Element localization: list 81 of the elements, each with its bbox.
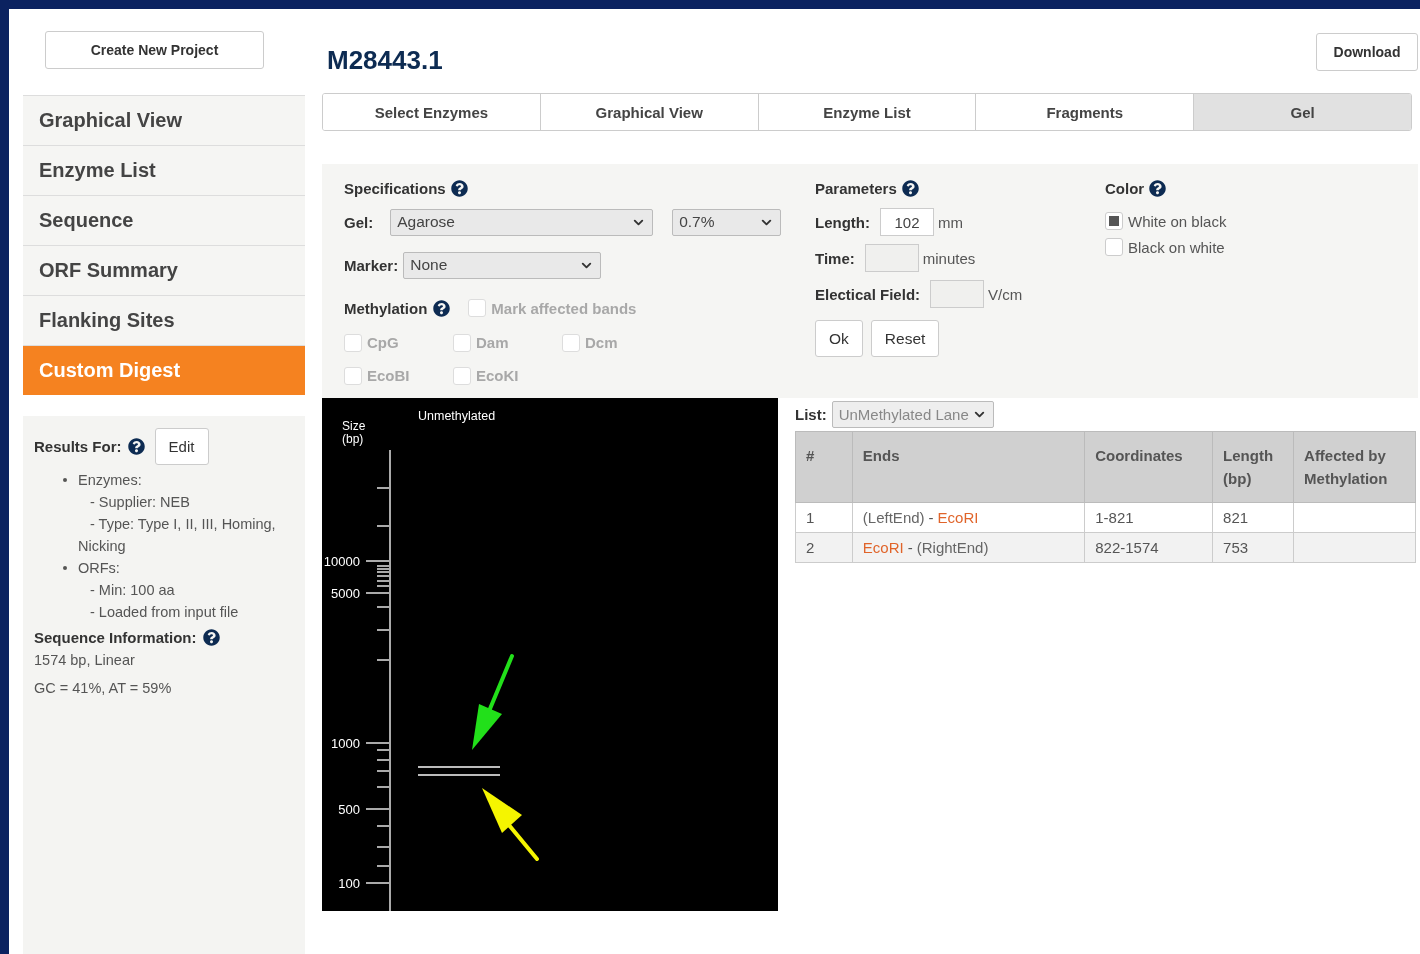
tab[interactable]: Gel [1193,94,1411,130]
separator: - [928,509,934,526]
field-label: Marker: [344,256,399,274]
help-icon[interactable] [433,299,451,317]
field-label: Gel: [344,213,374,231]
checkbox[interactable] [1105,238,1123,256]
checkbox-label: EcoBI [367,367,410,384]
input-field[interactable] [930,280,985,308]
checkbox-label: CpG [367,334,399,351]
section-heading: Color [1105,179,1145,197]
list-detail: - Min: 100 aa [89,581,176,600]
help-icon[interactable] [901,179,919,197]
sidebar-item[interactable]: Graphical View [23,95,305,145]
input-field[interactable] [864,244,919,272]
unit-label: V/cm [988,285,1023,303]
checkbox-label: White on black [1128,212,1227,230]
form-button[interactable]: Reset [870,320,940,357]
end-label: (LeftEnd) [862,509,925,526]
unit-label: minutes [922,249,976,267]
separator: - [907,539,913,556]
help-icon[interactable] [450,179,468,197]
list-detail: - Loaded from input file [89,603,240,622]
lane-label: Unmethylated [418,409,496,423]
table-cell: 753 [1212,532,1294,563]
section-heading: Methylation [344,299,428,317]
table-cell: 1-821 [1084,502,1213,533]
list-item: Enzymes: [78,472,142,488]
field-label: List: [795,405,827,423]
sidebar-item[interactable]: Flanking Sites [23,295,305,345]
axis-title: Size (bp) [342,419,366,446]
list-item: ORFs: [78,560,120,576]
field-label: Electical Field: [815,285,921,303]
marker-select[interactable]: None [403,251,602,279]
checkbox-label: EcoKI [476,367,519,384]
list-detail: - Supplier: NEB [89,493,191,512]
axis-label: 500 [338,802,360,817]
help-icon[interactable] [127,438,145,455]
input-field[interactable]: 102 [880,208,934,236]
download-button[interactable]: Download [1316,33,1418,71]
help-icon[interactable] [1149,179,1167,197]
gel-select[interactable]: Agarose [390,208,654,236]
create-project-button[interactable]: Create New Project [45,31,264,69]
table-cell: 1 [795,502,853,533]
column-header: Length (bp) [1212,431,1294,503]
sequence-heading: Sequence Information: [34,629,197,646]
axis-label: 1000 [331,736,360,751]
unit-label: mm [938,213,963,231]
table-cell: 2 [795,532,853,563]
results-heading: Results For: [34,438,122,455]
page-title: M28443.1 [327,44,443,76]
field-label: Time: [815,249,855,267]
table-cell: 821 [1212,502,1294,533]
list-detail: - Type: Type I, II, III, Homing, Nicking [78,515,277,556]
form-button[interactable]: Ok [815,320,863,357]
checkbox-label: Dcm [585,334,618,351]
checkbox[interactable] [1105,212,1123,230]
column-header: # [795,431,853,503]
axis-label: 5000 [331,586,360,601]
field-label: Length: [815,213,870,231]
end-label: (RightEnd) [916,539,989,556]
axis-label: 100 [338,876,360,891]
section-heading: Parameters [815,179,897,197]
section-heading: Specifications [344,179,446,197]
percent-select[interactable]: 0.7% [672,208,782,236]
sequence-info: GC = 41%, AT = 59% [34,679,173,698]
column-header: Affected by Methylation [1293,431,1416,503]
sidebar-item[interactable]: ORF Summary [23,245,305,295]
checkbox-label: Black on white [1128,238,1225,256]
column-header: Ends [852,431,1085,503]
checkbox-label: Dam [476,334,509,351]
sidebar-item[interactable]: Enzyme List [23,145,305,195]
edit-button[interactable]: Edit [154,428,209,465]
help-icon[interactable] [202,629,220,646]
sidebar-item[interactable]: Sequence [23,195,305,245]
checkbox-label: Mark affected bands [491,299,637,317]
bullet-icon [63,478,67,482]
table-cell: 822-1574 [1084,532,1213,563]
column-header: Coordinates [1084,431,1213,503]
sequence-info: 1574 bp, Linear [34,651,136,670]
bullet-icon [63,566,67,570]
axis-label: 10000 [323,554,360,569]
